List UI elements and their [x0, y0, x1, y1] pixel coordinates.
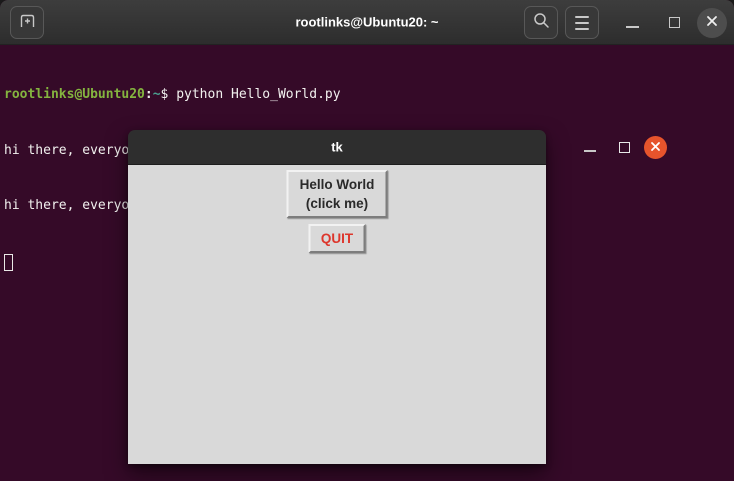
tk-minimize-button[interactable]: [576, 131, 604, 164]
close-icon: [706, 14, 718, 32]
new-tab-icon: [19, 13, 36, 33]
terminal-window-title: rootlinks@Ubuntu20: ~: [295, 14, 439, 30]
terminal-minimize-button[interactable]: [617, 6, 647, 39]
tk-content-area: Hello World (click me) QUIT: [128, 165, 546, 464]
prompt-user-host: rootlinks@Ubuntu20: [4, 87, 145, 102]
minimize-icon: [584, 149, 596, 152]
hello-world-button-line1: Hello World: [299, 177, 375, 192]
tk-titlebar[interactable]: tk: [128, 130, 667, 165]
terminal-close-button[interactable]: [697, 8, 727, 38]
tk-maximize-button[interactable]: [610, 131, 638, 164]
prompt-path: ~: [152, 87, 161, 102]
hamburger-icon: [575, 15, 589, 30]
prompt-colon: :: [144, 87, 153, 102]
terminal-maximize-button[interactable]: [659, 6, 689, 39]
maximize-icon: [668, 17, 680, 28]
close-icon: [650, 139, 661, 157]
quit-button-label: QUIT: [320, 231, 354, 246]
minimize-icon: [625, 25, 639, 28]
menu-button[interactable]: [565, 6, 599, 39]
tk-window: tk Hello World (click me) QUIT: [128, 130, 667, 464]
hello-world-button[interactable]: Hello World (click me): [286, 170, 388, 218]
search-button[interactable]: [524, 6, 558, 39]
maximize-icon: [618, 142, 630, 153]
terminal-titlebar[interactable]: rootlinks@Ubuntu20: ~: [0, 0, 734, 45]
search-icon: [533, 12, 550, 34]
quit-button[interactable]: QUIT: [308, 224, 366, 253]
terminal-block-cursor: [4, 253, 13, 271]
new-tab-button[interactable]: [10, 6, 44, 39]
tk-window-title: tk: [331, 139, 343, 155]
hello-world-button-line2: (click me): [305, 196, 369, 211]
terminal-command: python Hello_World.py: [168, 87, 341, 102]
desktop-screen: rootlinks@Ubuntu20: ~ rootlinks@Ubuntu20…: [0, 0, 734, 481]
tk-close-button[interactable]: [644, 136, 667, 159]
terminal-prompt-line: rootlinks@Ubuntu20:~$ python Hello_World…: [4, 86, 734, 105]
